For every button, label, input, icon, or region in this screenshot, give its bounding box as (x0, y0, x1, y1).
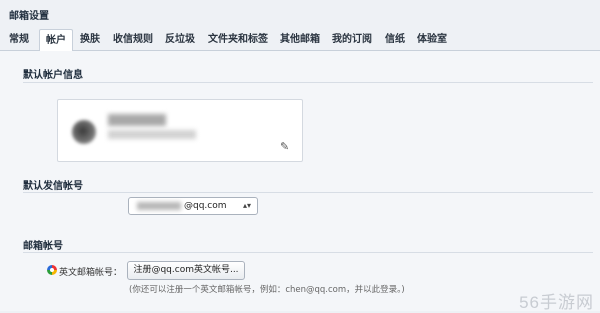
tab-other-mailboxes[interactable]: 其他邮箱 (280, 30, 320, 49)
divider (23, 192, 593, 193)
sender-email-suffix: @qq.com (184, 201, 227, 211)
tab-general[interactable]: 常规 (9, 30, 29, 49)
tab-skin[interactable]: 换肤 (80, 30, 100, 49)
tab-lab[interactable]: 体验室 (417, 30, 447, 49)
tab-folders-labels[interactable]: 文件夹和标签 (208, 30, 268, 49)
tab-anti-spam[interactable]: 反垃圾 (165, 30, 195, 49)
account-card: ✎ (57, 99, 303, 162)
english-account-hint: (你还可以注册一个英文邮箱帐号，例如：chen@qq.com，并以此登录。) (129, 285, 405, 295)
section-heading-mailbox-account: 邮箱帐号 (23, 241, 63, 252)
english-account-label: 英文邮箱帐号： (59, 268, 123, 278)
divider (23, 252, 593, 253)
tab-account[interactable]: 帐户 (39, 29, 73, 53)
settings-tabs: 常规 帐户 换肤 收信规则 反垃圾 文件夹和标签 其他邮箱 我的订阅 信纸 体验… (0, 28, 600, 53)
section-heading-default-sender: 默认发信帐号 (23, 181, 83, 192)
account-address-redacted (108, 130, 196, 139)
section-heading-default-account: 默认帐户信息 (23, 70, 83, 81)
pencil-icon[interactable]: ✎ (280, 141, 292, 153)
default-sender-select[interactable]: @qq.com ▴▾ (128, 197, 258, 215)
account-name-redacted (108, 114, 166, 126)
sender-email-redacted (137, 202, 181, 210)
avatar (72, 120, 96, 144)
tab-my-subscriptions[interactable]: 我的订阅 (332, 30, 372, 49)
window-titlebar: 邮箱设置 (0, 0, 600, 28)
qq-logo-icon (47, 265, 57, 275)
site-watermark: 56手游网 (519, 293, 594, 312)
divider (23, 82, 593, 83)
register-english-account-button[interactable]: 注册@qq.com英文帐号... (127, 261, 245, 280)
tab-stationery[interactable]: 信纸 (385, 30, 405, 49)
tab-mail-rules[interactable]: 收信规则 (113, 30, 153, 49)
window-title: 邮箱设置 (9, 11, 49, 22)
select-arrows-icon: ▴▾ (242, 201, 251, 210)
